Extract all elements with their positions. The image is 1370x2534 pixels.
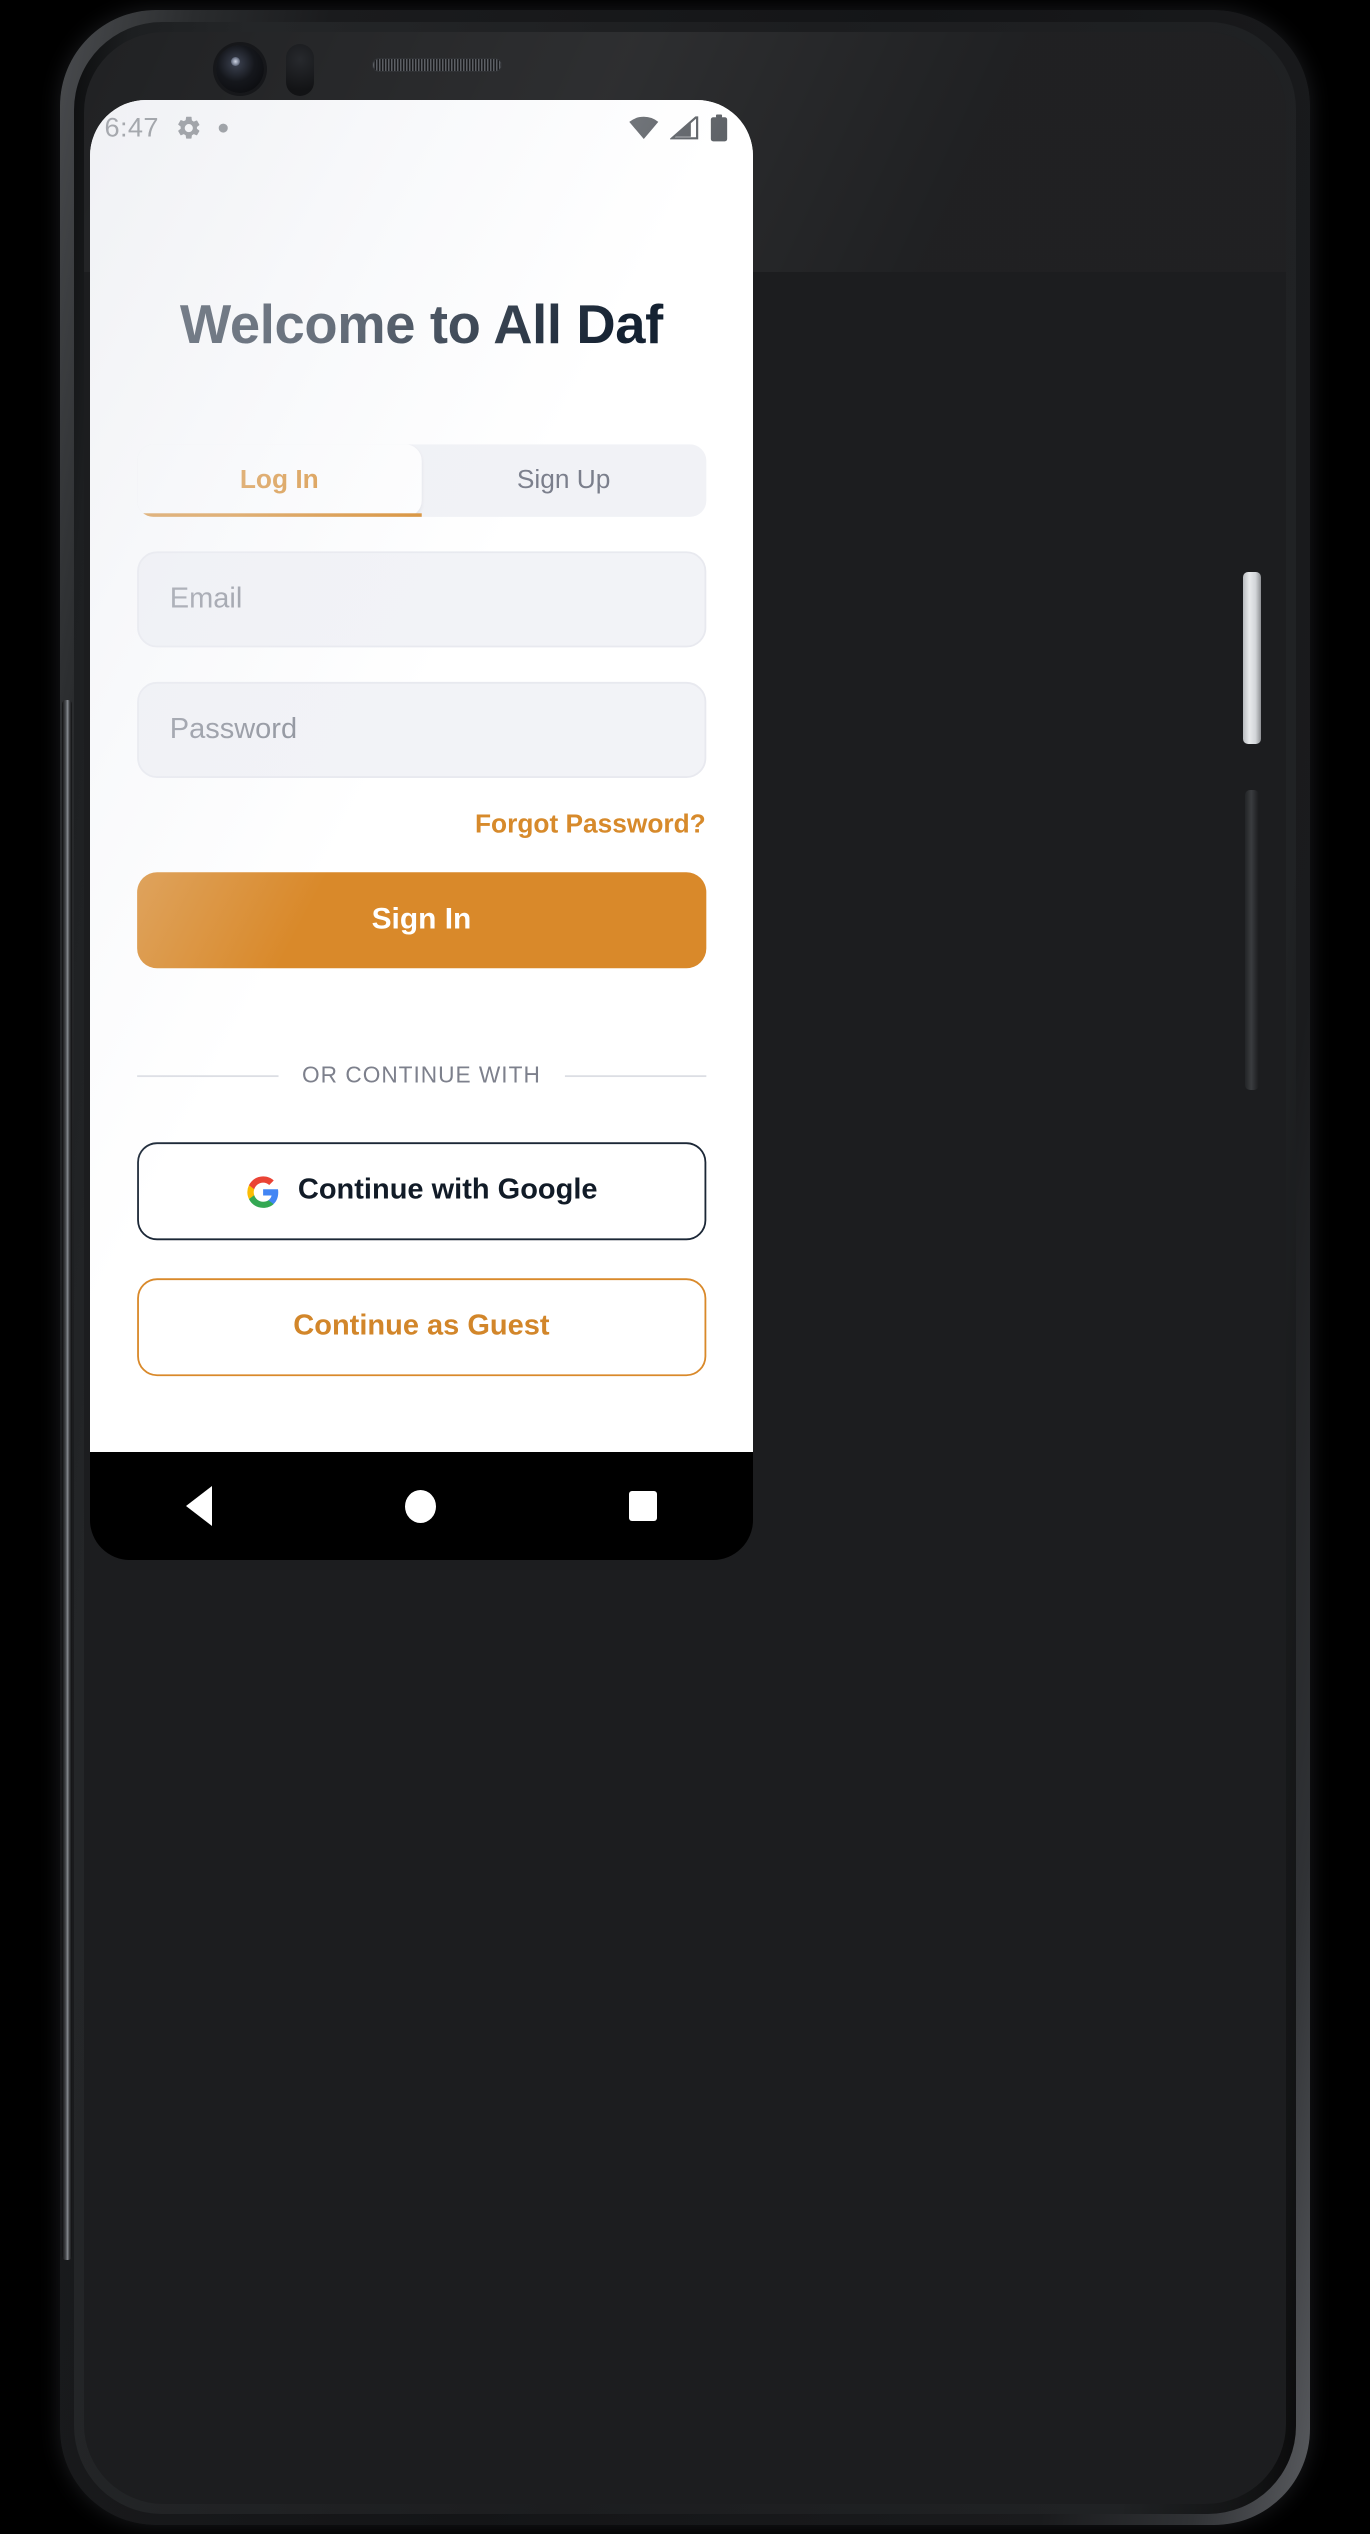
status-bar-right [628,113,728,141]
login-app: 6:47 Welcome to All Daf Log In Sign Up E… [90,100,753,1452]
earpiece-speaker-grille [372,58,502,72]
wifi-icon [628,115,659,139]
continue-with-google-label: Continue with Google [297,1174,598,1206]
status-bar-clock: 6:47 [104,111,159,143]
tab-sign-up-label: Sign Up [516,466,611,496]
divider-label: OR CONTINUE WITH [302,1062,541,1088]
cellular-signal-icon [669,115,698,139]
continue-as-guest-label: Continue as Guest [293,1310,550,1342]
email-input[interactable] [169,583,674,616]
forgot-password-row: Forgot Password? [137,809,706,842]
continue-with-google-button[interactable]: Continue with Google [137,1142,706,1241]
google-logo-icon [245,1174,279,1208]
proximity-sensor-icon [286,44,314,96]
screen-scale-wrapper: 6:47 Welcome to All Daf Log In Sign Up E… [90,100,753,1452]
status-bar: 6:47 [90,100,753,154]
tab-log-in[interactable]: Log In [137,444,422,517]
triangle-back-icon[interactable] [186,1486,213,1526]
divider-line-right [564,1074,706,1077]
front-camera-icon [216,45,264,93]
dot-icon [218,122,228,132]
forgot-password-link[interactable]: Forgot Password? [475,811,706,840]
tab-sign-up[interactable]: Sign Up [421,444,705,517]
power-button[interactable] [1243,572,1261,744]
auth-mode-tabs: Log In Sign Up [137,444,706,517]
phone-left-edge [62,700,72,2260]
login-page: Welcome to All Daf Log In Sign Up Email … [90,295,753,1377]
circle-home-icon[interactable] [404,1489,436,1523]
battery-icon [709,113,727,141]
email-field[interactable] [137,551,706,648]
divider-line-left [137,1074,279,1077]
android-nav-bar [90,1452,753,1560]
password-field[interactable] [137,681,706,778]
sign-in-button[interactable]: Sign In [137,872,706,969]
or-continue-divider: OR CONTINUE WITH [137,1063,706,1088]
page-title: Welcome to All Daf [179,295,663,356]
screenshot-stage: 6:47 Welcome to All Daf Log In Sign Up E… [0,0,1370,2534]
gear-icon [175,114,202,141]
continue-as-guest-button[interactable]: Continue as Guest [137,1278,706,1377]
square-recents-icon[interactable] [628,1491,657,1521]
volume-button[interactable] [1245,790,1259,1090]
status-bar-left: 6:47 [105,112,228,143]
phone-screen: 6:47 Welcome to All Daf Log In Sign Up E… [90,100,753,1452]
password-input[interactable] [169,713,674,747]
tab-log-in-label: Log In [239,466,319,496]
